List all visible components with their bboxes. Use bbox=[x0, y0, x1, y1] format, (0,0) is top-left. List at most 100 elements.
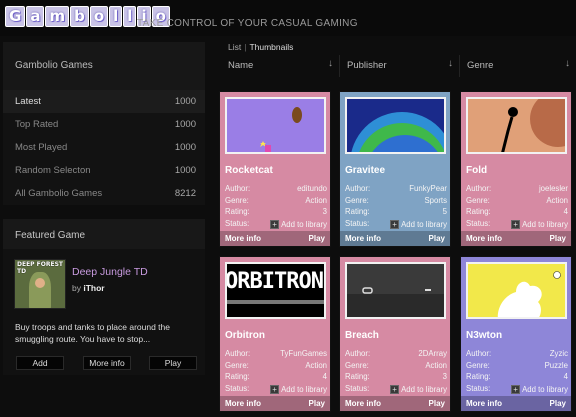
game-card-breach[interactable]: Breach Author: 2DArray Genre: Action Ratin… bbox=[339, 256, 451, 412]
game-title[interactable]: N3wton bbox=[466, 330, 502, 341]
game-screenshot[interactable] bbox=[466, 262, 567, 319]
genre-value: Action bbox=[546, 195, 568, 205]
breach-scene bbox=[347, 264, 444, 317]
sidebar-item-label: Latest bbox=[15, 96, 41, 107]
featured-game-author: by iThor bbox=[72, 283, 105, 293]
n3wton-scene bbox=[468, 264, 565, 317]
add-to-library-button[interactable]: + Add to library bbox=[270, 219, 327, 231]
game-screenshot[interactable] bbox=[345, 262, 446, 319]
more-info-link[interactable]: More info bbox=[225, 234, 261, 243]
status-label: Status: bbox=[345, 218, 370, 228]
add-to-library-button[interactable]: + Add to library bbox=[390, 219, 447, 231]
sidebar-item-all-games[interactable]: All Gambolio Games 8212 bbox=[3, 182, 205, 205]
game-screenshot[interactable]: ORBITRON bbox=[225, 262, 326, 319]
game-screenshot[interactable] bbox=[345, 97, 446, 154]
game-meta: Author: Zyzic Genre: Puzzle Rating: 4 Statu… bbox=[466, 349, 568, 395]
author-name[interactable]: iThor bbox=[83, 283, 104, 293]
thumbnails-view-link[interactable]: Thumbnails bbox=[249, 42, 293, 52]
game-card-orbitron[interactable]: ORBITRON Orbitron Author: TyFunGames Genr… bbox=[219, 256, 331, 412]
play-link[interactable]: Play bbox=[550, 399, 566, 408]
sidebar-item-most-played[interactable]: Most Played 1000 bbox=[3, 136, 205, 159]
author-value[interactable]: Zyzic bbox=[550, 349, 568, 361]
play-link[interactable]: Play bbox=[429, 399, 445, 408]
add-library-label: Add to library bbox=[281, 384, 327, 394]
status-label: Status: bbox=[225, 218, 250, 228]
sidebar-item-label: Top Rated bbox=[15, 119, 59, 130]
game-meta: Author: editundo Genre: Action Rating: 3 St… bbox=[225, 184, 327, 230]
logo-letter: G bbox=[5, 6, 26, 27]
genre-label: Genre: bbox=[345, 360, 369, 370]
sidebar-item-random[interactable]: Random Selecton 1000 bbox=[3, 159, 205, 182]
play-link[interactable]: Play bbox=[429, 234, 445, 243]
author-value[interactable]: FunkyPear bbox=[409, 184, 447, 196]
author-value[interactable]: editundo bbox=[297, 184, 327, 196]
featured-add-button[interactable]: Add bbox=[16, 356, 64, 370]
game-title[interactable]: Orbitron bbox=[225, 330, 265, 341]
featured-heading: Featured Game bbox=[3, 219, 205, 249]
more-info-link[interactable]: More info bbox=[345, 234, 381, 243]
sidebar-item-label: All Gambolio Games bbox=[15, 188, 103, 199]
game-screenshot[interactable] bbox=[225, 97, 326, 154]
game-title[interactable]: Breach bbox=[345, 330, 379, 341]
game-title[interactable]: Rocketcat bbox=[225, 165, 273, 176]
game-card-gravitee[interactable]: Gravitee Author: FunkyPear Genre: Sports R… bbox=[339, 91, 451, 247]
author-value[interactable]: TyFunGames bbox=[280, 349, 327, 361]
tagline: TAKE CONTROL OF YOUR CASUAL GAMING bbox=[137, 18, 358, 29]
author-value[interactable]: joelesler bbox=[539, 184, 568, 196]
featured-game-thumbnail[interactable]: DEEP FOREST TD bbox=[14, 259, 66, 309]
rating-value: 4 bbox=[322, 372, 327, 381]
game-card-rocketcat[interactable]: Rocketcat Author: editundo Genre: Action R… bbox=[219, 91, 331, 247]
add-to-library-button[interactable]: + Add to library bbox=[511, 384, 568, 396]
more-info-link[interactable]: More info bbox=[466, 234, 502, 243]
rating-value: 3 bbox=[322, 207, 327, 216]
add-library-label: Add to library bbox=[522, 384, 568, 394]
game-title[interactable]: Fold bbox=[466, 165, 487, 176]
logo-letter: l bbox=[109, 6, 123, 27]
status-label: Status: bbox=[225, 383, 250, 393]
add-to-library-button[interactable]: + Add to library bbox=[511, 219, 568, 231]
orbitron-logo-text: ORBITRON bbox=[225, 269, 324, 294]
author-label: Author: bbox=[466, 349, 492, 358]
sidebar-list: Latest 1000 Top Rated 1000 Most Played 1… bbox=[3, 90, 205, 205]
play-link[interactable]: Play bbox=[309, 399, 325, 408]
author-label: Author: bbox=[225, 184, 251, 193]
gravitee-scene bbox=[347, 99, 444, 152]
view-toggle: List | Thumbnails bbox=[228, 42, 293, 52]
column-publisher[interactable]: Publisher ↓ bbox=[339, 55, 459, 77]
featured-game-title[interactable]: Deep Jungle TD bbox=[72, 266, 148, 278]
author-value[interactable]: 2DArray bbox=[418, 349, 447, 361]
rating-label: Rating: bbox=[225, 372, 250, 381]
logo-letter: a bbox=[26, 6, 45, 27]
play-link[interactable]: Play bbox=[309, 234, 325, 243]
add-to-library-button[interactable]: + Add to library bbox=[270, 384, 327, 396]
column-genre[interactable]: Genre ↓ bbox=[459, 55, 576, 77]
play-link[interactable]: Play bbox=[550, 234, 566, 243]
sidebar-item-label: Most Played bbox=[15, 142, 68, 153]
card-footer: More info Play bbox=[220, 231, 330, 246]
column-name[interactable]: Name ↓ bbox=[221, 55, 339, 77]
game-screenshot[interactable] bbox=[466, 97, 567, 154]
sidebar-item-top-rated[interactable]: Top Rated 1000 bbox=[3, 113, 205, 136]
genre-label: Genre: bbox=[225, 360, 249, 370]
more-info-link[interactable]: More info bbox=[225, 399, 261, 408]
add-to-library-button[interactable]: + Add to library bbox=[390, 384, 447, 396]
more-info-link[interactable]: More info bbox=[345, 399, 381, 408]
game-card-n3wton[interactable]: N3wton Author: Zyzic Genre: Puzzle Rating:… bbox=[460, 256, 572, 412]
genre-label: Genre: bbox=[225, 195, 249, 205]
rating-label: Rating: bbox=[225, 207, 250, 216]
logo-letter: b bbox=[70, 6, 89, 27]
game-card-fold[interactable]: Fold Author: joelesler Genre: Action Ratin… bbox=[460, 91, 572, 247]
plus-icon: + bbox=[511, 219, 521, 229]
column-name-label: Name bbox=[228, 60, 254, 71]
plus-icon: + bbox=[390, 219, 400, 229]
rating-value: 5 bbox=[442, 207, 447, 216]
featured-play-button[interactable]: Play bbox=[149, 356, 197, 370]
card-footer: More info Play bbox=[461, 231, 571, 246]
sidebar-item-latest[interactable]: Latest 1000 bbox=[3, 90, 205, 113]
game-title[interactable]: Gravitee bbox=[345, 165, 385, 176]
more-info-link[interactable]: More info bbox=[466, 399, 502, 408]
list-view-link[interactable]: List bbox=[228, 42, 241, 52]
rocketcat-scene bbox=[227, 99, 324, 152]
author-label: Author: bbox=[345, 184, 371, 193]
featured-more-info-button[interactable]: More info bbox=[83, 356, 131, 370]
